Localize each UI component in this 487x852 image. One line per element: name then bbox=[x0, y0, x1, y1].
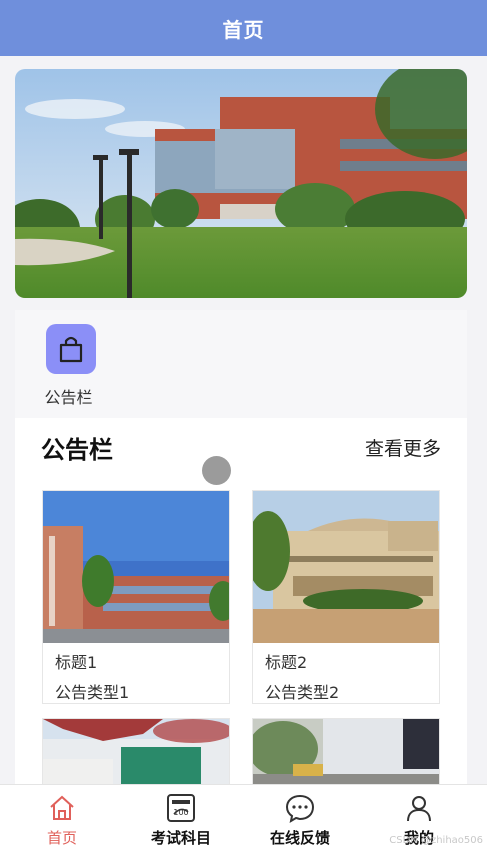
tab-exam-subjects[interactable]: 100 考试科目 bbox=[131, 791, 231, 848]
page-title: 首页 bbox=[222, 17, 265, 42]
bottom-tabbar: 首页 100 考试科目 在线反馈 我的 CSDN @zhihao506 bbox=[0, 784, 487, 852]
tab-label: 首页 bbox=[46, 829, 77, 847]
chat-bubble-icon bbox=[250, 791, 350, 825]
notice-card-type: 公告类型2 bbox=[265, 683, 340, 702]
notice-card-4[interactable] bbox=[252, 718, 440, 784]
quick-nav: 公告栏 bbox=[15, 310, 467, 418]
notice-card-type: 公告类型1 bbox=[55, 683, 130, 702]
user-icon bbox=[369, 791, 469, 825]
tab-label: 考试科目 bbox=[150, 829, 211, 847]
banner-carousel[interactable] bbox=[15, 69, 467, 298]
home-icon bbox=[12, 791, 112, 825]
tab-home[interactable]: 首页 bbox=[12, 791, 112, 848]
notice-card-image bbox=[253, 491, 439, 643]
notice-card-image bbox=[43, 719, 229, 784]
svg-text:100: 100 bbox=[173, 808, 188, 817]
notice-card-1[interactable]: 标题1 公告类型1 bbox=[42, 490, 230, 704]
view-more-link[interactable]: 查看更多 bbox=[365, 434, 441, 461]
floating-drag-handle[interactable] bbox=[202, 456, 231, 485]
notice-section: 公告栏 查看更多 标题1 公告类型1 标题2 公告类型2 bbox=[15, 418, 467, 784]
section-header: 公告栏 查看更多 bbox=[41, 428, 441, 468]
exam-paper-icon: 100 bbox=[131, 791, 231, 825]
watermark: CSDN @zhihao506 bbox=[389, 835, 483, 846]
notice-card-image bbox=[253, 719, 439, 784]
notice-card-2[interactable]: 标题2 公告类型2 bbox=[252, 490, 440, 704]
banner-image bbox=[15, 69, 467, 298]
notice-card-title: 标题1 bbox=[55, 653, 98, 672]
quick-nav-item-notice[interactable]: 公告栏 bbox=[41, 324, 101, 408]
quick-nav-label: 公告栏 bbox=[44, 388, 93, 407]
top-header: 首页 bbox=[0, 0, 487, 56]
tab-label: 在线反馈 bbox=[269, 829, 330, 847]
tab-online-feedback[interactable]: 在线反馈 bbox=[250, 791, 350, 848]
section-title: 公告栏 bbox=[41, 436, 113, 464]
shopping-bag-icon bbox=[46, 324, 96, 374]
notice-card-title: 标题2 bbox=[265, 653, 308, 672]
notice-card-image bbox=[43, 491, 229, 643]
notice-card-3[interactable] bbox=[42, 718, 230, 784]
